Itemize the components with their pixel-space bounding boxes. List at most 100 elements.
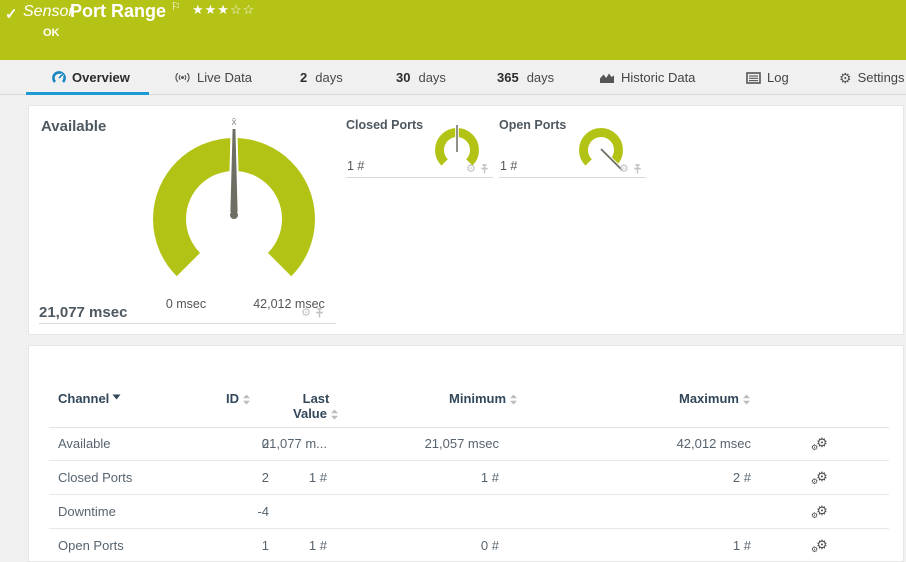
stars-empty: ☆☆ [229, 2, 256, 17]
status-ok-check-icon: ✓ [5, 6, 18, 23]
tab-log-label: Log [767, 70, 789, 85]
tab-30-days-number: 30 [396, 70, 411, 85]
channel-name[interactable]: Downtime [58, 495, 208, 528]
settings-gear-icon: ⚙ [839, 69, 852, 86]
tab-overview[interactable]: Overview [52, 70, 130, 85]
gauge-available-actions: ⚙ [301, 307, 324, 319]
column-header-maximum-label: Maximum [679, 391, 739, 406]
gauge-settings-icon[interactable]: ⚙ [619, 163, 629, 175]
gauge-open-ports-underline [499, 177, 646, 178]
object-type-label: Sensor [23, 3, 74, 20]
gauge-open-ports-actions: ⚙ [619, 163, 642, 175]
tab-live-data[interactable]: Live Data [174, 70, 252, 85]
tab-historic-data[interactable]: Historic Data [599, 70, 695, 85]
historic-chart-icon [600, 73, 614, 83]
page-title: Port Range [70, 1, 167, 21]
table-row[interactable]: Downtime -4 ⚙ ⚙ [49, 495, 889, 529]
tab-historic-data-label: Historic Data [621, 70, 696, 85]
tab-2-days[interactable]: 2 days [300, 70, 343, 85]
channel-minimum [391, 495, 499, 528]
gauge-settings-icon[interactable]: ⚙ [301, 307, 311, 319]
sort-both-icon [330, 409, 338, 420]
live-signal-icon [175, 72, 190, 83]
column-header-minimum[interactable]: Minimum [449, 391, 518, 406]
channel-maximum: 1 # [732, 538, 751, 553]
gauge-available-max: 42,012 msec [253, 297, 325, 311]
sort-both-icon [742, 394, 750, 405]
tab-live-data-label: Live Data [197, 70, 252, 85]
gauge-closed-ports-value: 1 # [347, 159, 365, 173]
gauge-open-ports-label: Open Ports [499, 118, 567, 132]
column-header-maximum[interactable]: Maximum [679, 391, 751, 406]
tab-30-days[interactable]: 30 days [396, 70, 446, 85]
channel-name[interactable]: Available [58, 427, 208, 460]
tab-log[interactable]: Log [746, 70, 789, 85]
channel-maximum: 42,012 msec [676, 436, 751, 451]
gauge-available-value: 21,077 msec [39, 304, 128, 321]
channel-last-value: 21,077 m... [261, 436, 327, 451]
sensor-page: ✓ Sensor Port Range ⚐ ★★★☆☆ OK Overview … [0, 0, 906, 562]
gauge-available[interactable]: x̄ [146, 116, 326, 286]
gauge-open-ports-value: 1 # [500, 159, 518, 173]
tab-overview-label: Overview [72, 70, 130, 85]
sort-both-icon [510, 394, 518, 405]
channel-last-value [231, 495, 327, 528]
channel-settings-button[interactable]: ⚙ ⚙ [811, 495, 841, 528]
column-header-last-value[interactable]: Last Value [284, 391, 348, 421]
active-tab-underline [26, 92, 149, 95]
status-badge: OK [43, 27, 60, 39]
flag-icon[interactable]: ⚐ [171, 0, 181, 13]
gauge-closed-ports-label: Closed Ports [346, 118, 424, 132]
stars-filled: ★★★ [192, 2, 230, 17]
tab-2-days-number: 2 [300, 70, 308, 85]
tab-settings[interactable]: ⚙ Settings [839, 70, 905, 85]
sort-desc-icon [112, 394, 121, 400]
column-header-value-label: Value [293, 406, 327, 421]
channel-minimum: 0 # [480, 538, 499, 553]
sensor-header: ✓ Sensor Port Range ⚐ ★★★☆☆ OK [0, 0, 906, 60]
column-header-id[interactable]: ID [226, 391, 251, 406]
column-header-minimum-label: Minimum [449, 391, 507, 406]
channel-name[interactable]: Open Ports [58, 529, 208, 562]
tab-365-days-label: days [526, 70, 555, 85]
gauge-available-label: Available [41, 118, 107, 135]
gauge-available-underline [39, 323, 336, 324]
pin-icon[interactable] [480, 163, 489, 175]
pin-icon[interactable] [315, 307, 324, 319]
tab-settings-label: Settings [857, 70, 905, 85]
channel-name[interactable]: Closed Ports [58, 461, 208, 494]
gauge-settings-icon[interactable]: ⚙ [466, 163, 476, 175]
table-row[interactable]: Open Ports 1 1 # 0 # 1 # ⚙ ⚙ [49, 529, 889, 562]
gauge-closed-ports-underline [346, 177, 493, 178]
channel-settings-gears-icon: ⚙ ⚙ [811, 434, 828, 452]
column-header-last-label: Last [302, 391, 330, 406]
channel-settings-button[interactable]: ⚙ ⚙ [811, 461, 841, 494]
gauge-available-min: 0 msec [165, 297, 207, 311]
channel-maximum [641, 495, 751, 528]
channel-settings-button[interactable]: ⚙ ⚙ [811, 427, 841, 460]
table-row[interactable]: Closed Ports 2 1 # 1 # 2 # ⚙ ⚙ [49, 461, 889, 495]
tab-30-days-label: days [418, 70, 446, 85]
tab-365-days-number: 365 [497, 70, 519, 85]
mean-marker-icon: x̄ [232, 117, 237, 128]
pin-icon[interactable] [633, 163, 642, 175]
gauges-panel: Available x̄ 0 msec 42,012 msec 21,077 m… [28, 105, 904, 335]
column-header-channel[interactable]: Channel [58, 391, 121, 406]
column-header-id-label: ID [226, 391, 239, 406]
channel-last-value: 1 # [308, 470, 327, 485]
priority-stars[interactable]: ★★★☆☆ [192, 2, 255, 18]
tab-365-days[interactable]: 365 days [497, 70, 554, 85]
table-row[interactable]: Available 0 21,077 m... 21,057 msec 42,0… [49, 427, 889, 461]
channel-settings-gears-icon: ⚙ ⚙ [811, 502, 828, 520]
gauge-icon [52, 70, 66, 83]
tab-2-days-label: days [315, 70, 343, 85]
channel-minimum: 1 # [480, 470, 499, 485]
log-list-icon [746, 71, 761, 84]
channel-last-value: 1 # [308, 538, 327, 553]
channel-settings-gears-icon: ⚙ ⚙ [811, 468, 828, 486]
column-header-channel-label: Channel [58, 391, 110, 406]
sort-both-icon [243, 394, 250, 405]
channel-minimum: 21,057 msec [424, 436, 499, 451]
channel-settings-gears-icon: ⚙ ⚙ [811, 536, 828, 554]
channel-settings-button[interactable]: ⚙ ⚙ [811, 529, 841, 562]
